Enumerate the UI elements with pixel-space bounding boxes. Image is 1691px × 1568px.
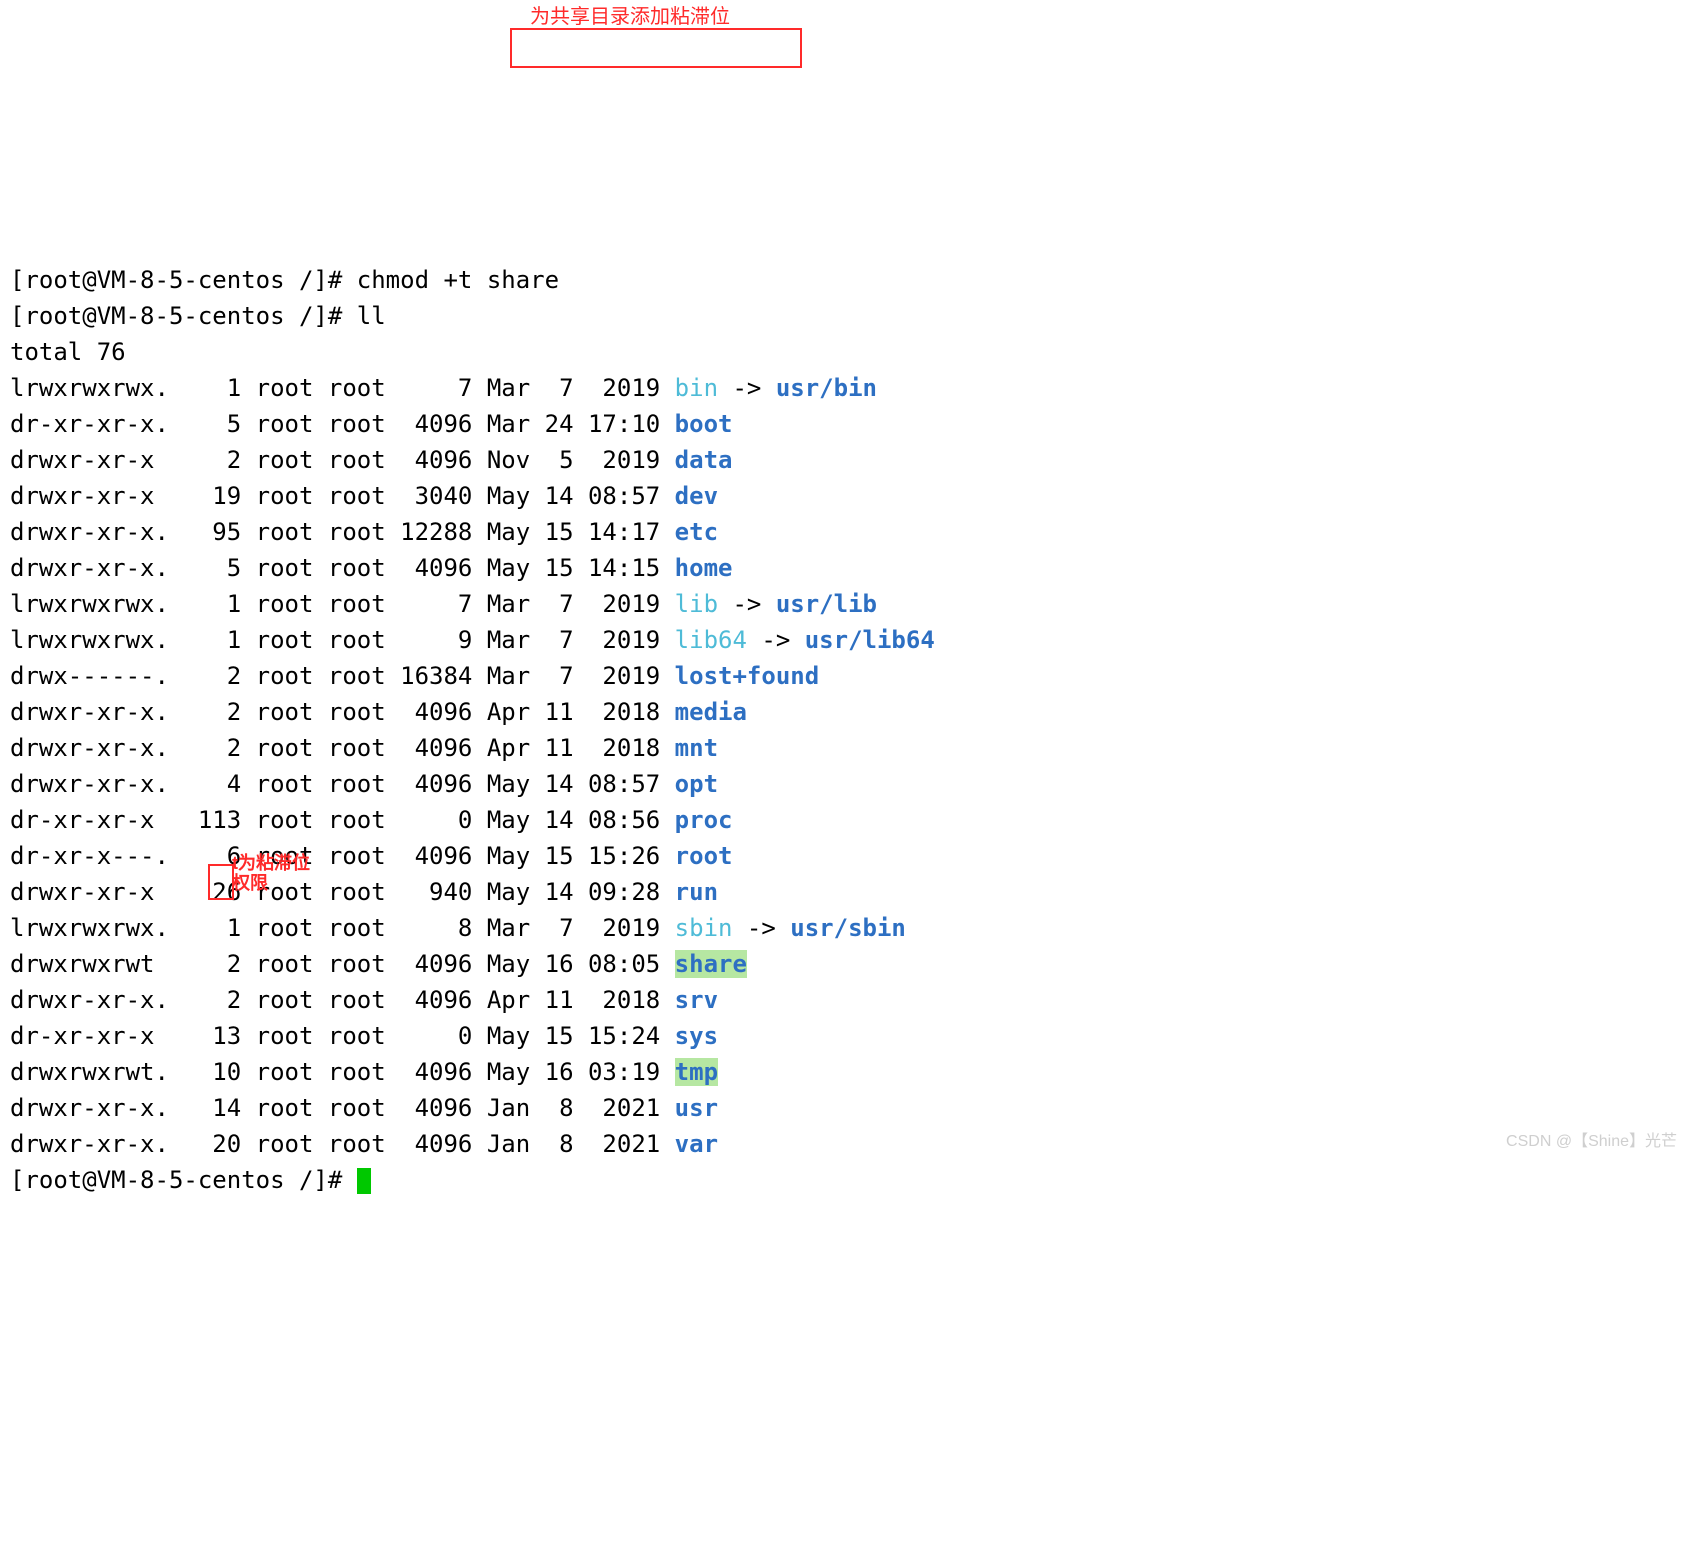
- file-name: sbin: [675, 914, 733, 942]
- file-name: opt: [675, 770, 718, 798]
- annotation-box-cmd: [510, 28, 802, 68]
- file-name: dev: [675, 482, 718, 510]
- ls-row: drwxr-xr-x. 2 root root 4096 Apr 11 2018…: [10, 982, 1681, 1018]
- file-name: sys: [675, 1022, 718, 1050]
- file-name: bin: [675, 374, 718, 402]
- symlink-target: usr/sbin: [790, 914, 906, 942]
- file-name: var: [675, 1130, 718, 1158]
- ls-row: drwxr-xr-x. 14 root root 4096 Jan 8 2021…: [10, 1090, 1681, 1126]
- prompt-line[interactable]: [root@VM-8-5-centos /]#: [10, 1162, 1681, 1198]
- file-name: mnt: [675, 734, 718, 762]
- file-name: usr: [675, 1094, 718, 1122]
- ls-row: lrwxrwxrwx. 1 root root 7 Mar 7 2019 bin…: [10, 370, 1681, 406]
- ls-row: dr-xr-xr-x. 5 root root 4096 Mar 24 17:1…: [10, 406, 1681, 442]
- command-ll: ll: [357, 302, 386, 330]
- command-chmod: chmod +t share: [357, 266, 559, 294]
- ls-row: drwxr-xr-x. 2 root root 4096 Apr 11 2018…: [10, 730, 1681, 766]
- annotation-sticky-bit: t为粘滞位权限: [232, 854, 312, 894]
- file-name: proc: [675, 806, 733, 834]
- symlink-target: usr/bin: [776, 374, 877, 402]
- ls-row: drwxr-xr-x. 2 root root 4096 Apr 11 2018…: [10, 694, 1681, 730]
- ls-row: drwxr-xr-x. 5 root root 4096 May 15 14:1…: [10, 550, 1681, 586]
- ls-row: drwxr-xr-x 2 root root 4096 Nov 5 2019 d…: [10, 442, 1681, 478]
- file-name: run: [675, 878, 718, 906]
- file-name: srv: [675, 986, 718, 1014]
- ls-row: drwxr-xr-x 19 root root 3040 May 14 08:5…: [10, 478, 1681, 514]
- ls-row: lrwxrwxrwx. 1 root root 7 Mar 7 2019 lib…: [10, 586, 1681, 622]
- file-name: root: [675, 842, 733, 870]
- ls-row: lrwxrwxrwx. 1 root root 8 Mar 7 2019 sbi…: [10, 910, 1681, 946]
- file-name: media: [675, 698, 747, 726]
- prompt-line[interactable]: [root@VM-8-5-centos /]# chmod +t share: [10, 262, 1681, 298]
- file-name: home: [675, 554, 733, 582]
- ls-row: lrwxrwxrwx. 1 root root 9 Mar 7 2019 lib…: [10, 622, 1681, 658]
- ls-row: drwxrwxrwt. 10 root root 4096 May 16 03:…: [10, 1054, 1681, 1090]
- file-name: data: [675, 446, 733, 474]
- file-name: tmp: [675, 1058, 718, 1086]
- file-name: etc: [675, 518, 718, 546]
- file-name: lib64: [675, 626, 747, 654]
- file-name: boot: [675, 410, 733, 438]
- total-line: total 76: [10, 334, 1681, 370]
- file-name: lib: [675, 590, 718, 618]
- file-name: lost+found: [675, 662, 820, 690]
- prompt-line[interactable]: [root@VM-8-5-centos /]# ll: [10, 298, 1681, 334]
- ls-row: drwxr-xr-x. 4 root root 4096 May 14 08:5…: [10, 766, 1681, 802]
- watermark: CSDN @【Shine】光芒: [1506, 1130, 1677, 1154]
- symlink-target: usr/lib64: [805, 626, 935, 654]
- ls-row: drwxr-xr-x. 95 root root 12288 May 15 14…: [10, 514, 1681, 550]
- symlink-target: usr/lib: [776, 590, 877, 618]
- file-name: share: [675, 950, 747, 978]
- ls-row: drwxrwxrwt 2 root root 4096 May 16 08:05…: [10, 946, 1681, 982]
- cursor: [357, 1168, 371, 1194]
- ls-row: drwx------. 2 root root 16384 Mar 7 2019…: [10, 658, 1681, 694]
- annotation-top: 为共享目录添加粘滞位: [530, 2, 730, 32]
- ls-row: dr-xr-xr-x 113 root root 0 May 14 08:56 …: [10, 802, 1681, 838]
- terminal-output: [root@VM-8-5-centos /]# chmod +t share[r…: [10, 262, 1681, 1198]
- ls-row: drwxr-xr-x. 20 root root 4096 Jan 8 2021…: [10, 1126, 1681, 1162]
- ls-row: dr-xr-xr-x 13 root root 0 May 15 15:24 s…: [10, 1018, 1681, 1054]
